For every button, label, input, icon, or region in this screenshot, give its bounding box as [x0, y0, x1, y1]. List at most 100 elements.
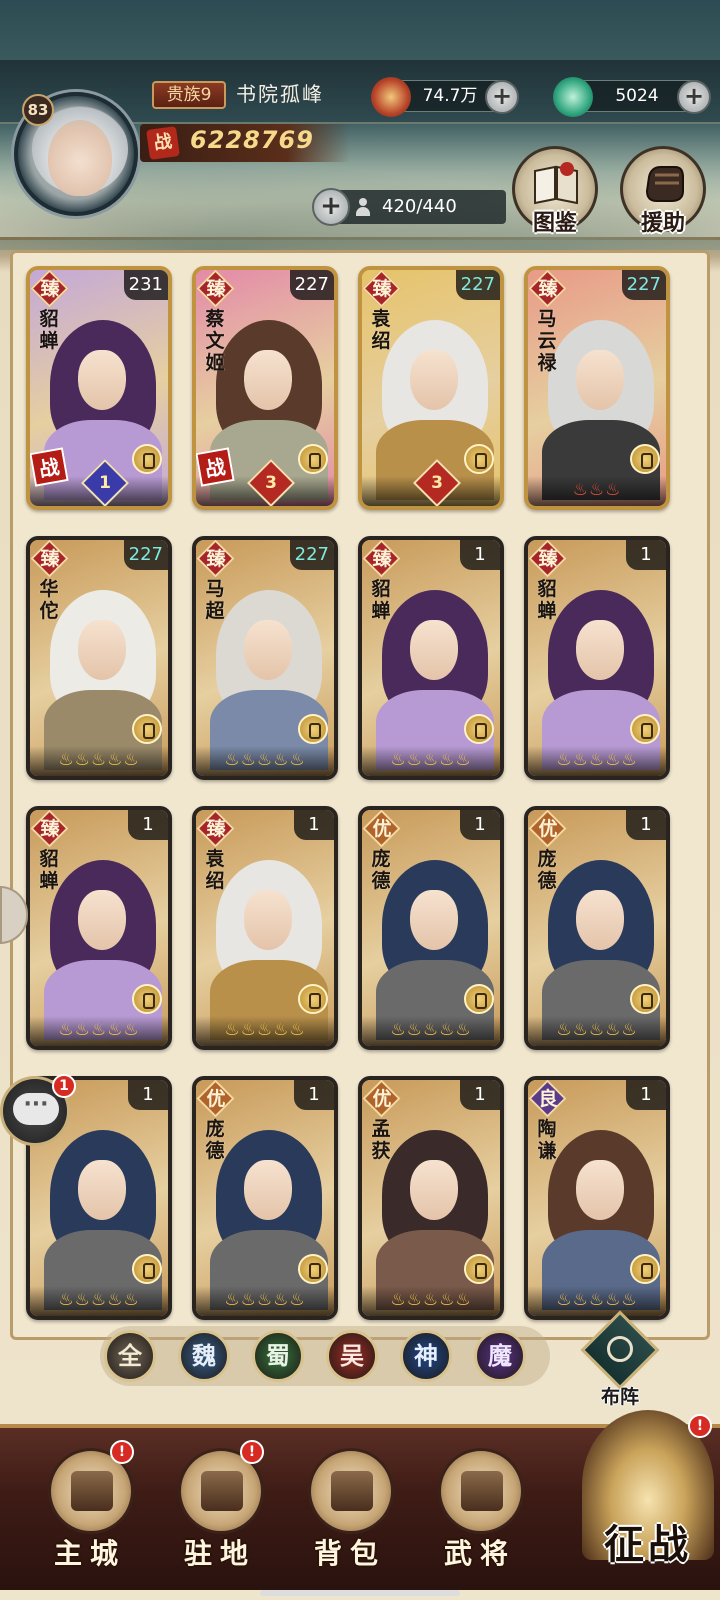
awaken-flames: ♨♨♨♨♨	[196, 746, 334, 776]
hero-card[interactable]: 良陶谦 1 ♨♨♨♨♨	[524, 1076, 670, 1320]
star-rank-value: 3	[265, 473, 277, 493]
hero-card[interactable]: 优孟获 1 ♨♨♨♨♨	[358, 1076, 504, 1320]
quality-badge: 良	[528, 1080, 567, 1118]
add-silver-button[interactable]: +	[485, 80, 519, 114]
quality-label: 臻	[40, 278, 60, 300]
shield-role-icon	[132, 1254, 162, 1284]
quality-label: 优	[372, 1088, 392, 1110]
chat-notification-badge: 1	[52, 1074, 76, 1098]
hero-name: 马超	[205, 578, 225, 622]
portrait-face	[78, 1160, 126, 1220]
shield-role-icon	[298, 1254, 328, 1284]
treasure-chest-icon	[308, 1448, 394, 1534]
filter-shu[interactable]: 蜀	[252, 1330, 304, 1382]
quality-label: 臻	[538, 278, 558, 300]
campaign-button[interactable]: 征战 !	[576, 1400, 720, 1590]
filter-wei[interactable]: 魏	[178, 1330, 230, 1382]
quality-label: 臻	[206, 818, 226, 840]
person-icon	[356, 198, 370, 216]
codex-button[interactable]: 图鉴	[512, 146, 598, 236]
quality-badge: 优	[362, 810, 401, 848]
hero-name: 庞德	[205, 1118, 225, 1162]
hero-card[interactable]: 优庞德 1 ♨♨♨♨♨	[524, 806, 670, 1050]
hero-card[interactable]: 臻马超 227 ♨♨♨♨♨	[192, 536, 338, 780]
portrait-face	[576, 890, 624, 950]
helmet-icon	[438, 1448, 524, 1534]
hero-card[interactable]: 臻华佗 227 ♨♨♨♨♨	[26, 536, 172, 780]
awaken-flames: ♨♨♨♨♨	[196, 1286, 334, 1316]
player-name: 书院孤峰	[236, 82, 324, 106]
nav-garrison[interactable]: 驻地 !	[170, 1440, 270, 1578]
filter-mo[interactable]: 魔	[474, 1330, 526, 1382]
codex-label: 图鉴	[532, 210, 577, 236]
hero-name: 袁绍	[371, 308, 391, 352]
hero-card[interactable]: 臻马云禄 227 ♨♨♨	[524, 266, 670, 510]
hero-name: 貂蝉	[371, 578, 391, 622]
hero-name: 孟获	[371, 1118, 391, 1162]
filter-shen[interactable]: 神	[400, 1330, 452, 1382]
hero-level: 1	[626, 540, 666, 570]
hero-name: 陶谦	[537, 1118, 557, 1162]
hero-card[interactable]: 臻貂蝉 1 ♨♨♨♨♨	[26, 806, 172, 1050]
hero-name: 貂蝉	[39, 308, 59, 352]
filter-all[interactable]: 全	[104, 1330, 156, 1382]
portrait-face	[410, 620, 458, 680]
hero-name: 袁绍	[205, 848, 225, 892]
quality-label: 臻	[206, 548, 226, 570]
star-rank-value: 1	[99, 473, 111, 493]
nav-main-city[interactable]: 主城 !	[40, 1440, 140, 1578]
hero-level: 231	[123, 270, 168, 300]
hero-name: 庞德	[371, 848, 391, 892]
jade-resource-bar: 5024 +	[553, 77, 711, 117]
hero-level: 227	[455, 270, 500, 300]
quality-label: 良	[538, 1088, 558, 1110]
hero-card[interactable]: 臻貂蝉 231 战 1	[26, 266, 172, 510]
quality-badge: 臻	[196, 270, 235, 308]
quality-label: 优	[538, 818, 558, 840]
quality-label: 臻	[40, 548, 60, 570]
portrait-face	[244, 350, 292, 410]
nav-generals[interactable]: 武将	[430, 1448, 530, 1578]
portrait-face	[78, 350, 126, 410]
hero-level: 227	[123, 540, 168, 570]
nav-garrison-label: 驻地	[183, 1537, 256, 1570]
hero-card[interactable]: 优庞德 1 ♨♨♨♨♨	[358, 806, 504, 1050]
home-indicator	[260, 1590, 460, 1596]
awaken-flames: ♨♨♨♨♨	[528, 746, 666, 776]
nav-garrison-alert: !	[240, 1440, 264, 1464]
jade-icon	[553, 77, 593, 117]
awaken-flames: ♨♨♨♨♨	[362, 746, 500, 776]
portrait-face	[78, 620, 126, 680]
hero-level: 227	[289, 270, 334, 300]
quality-badge: 臻	[196, 810, 235, 848]
nav-main-city-label: 主城	[53, 1537, 126, 1570]
leaf-role-icon	[132, 714, 162, 744]
campaign-label: 征战	[604, 1521, 692, 1568]
filter-wu[interactable]: 吴	[326, 1330, 378, 1382]
hero-card[interactable]: 臻袁绍 227 3	[358, 266, 504, 510]
nav-backpack[interactable]: 背包	[300, 1448, 400, 1578]
quality-label: 臻	[372, 278, 392, 300]
nav-backpack-label: 背包	[313, 1537, 386, 1570]
nav-generals-label: 武将	[443, 1537, 516, 1570]
assist-button[interactable]: 援助	[620, 146, 706, 236]
hero-card[interactable]: 臻貂蝉 1 ♨♨♨♨♨	[358, 536, 504, 780]
sword-role-icon	[298, 714, 328, 744]
hero-card[interactable]: 臻貂蝉 1 ♨♨♨♨♨	[524, 536, 670, 780]
hero-name: 貂蝉	[537, 578, 557, 622]
portrait-face	[244, 890, 292, 950]
silver-amount: 74.7万	[422, 86, 478, 106]
noble-rank-tag[interactable]: 贵族9	[152, 81, 226, 109]
hero-capacity-value: 420/440	[382, 196, 457, 217]
expand-capacity-button[interactable]: +	[312, 188, 350, 226]
hero-card[interactable]: 优庞德 1 ♨♨♨♨♨	[192, 1076, 338, 1320]
hero-card[interactable]: 臻蔡文姬 227 战 3	[192, 266, 338, 510]
leaf-role-icon	[630, 714, 660, 744]
add-jade-button[interactable]: +	[677, 80, 711, 114]
hero-card[interactable]: 臻袁绍 1 ♨♨♨♨♨	[192, 806, 338, 1050]
awaken-flames: ♨♨♨♨♨	[30, 1286, 168, 1316]
quality-label: 臻	[372, 548, 392, 570]
avatar-face	[48, 120, 112, 196]
hero-level: 1	[294, 810, 334, 840]
portrait-face	[244, 620, 292, 680]
